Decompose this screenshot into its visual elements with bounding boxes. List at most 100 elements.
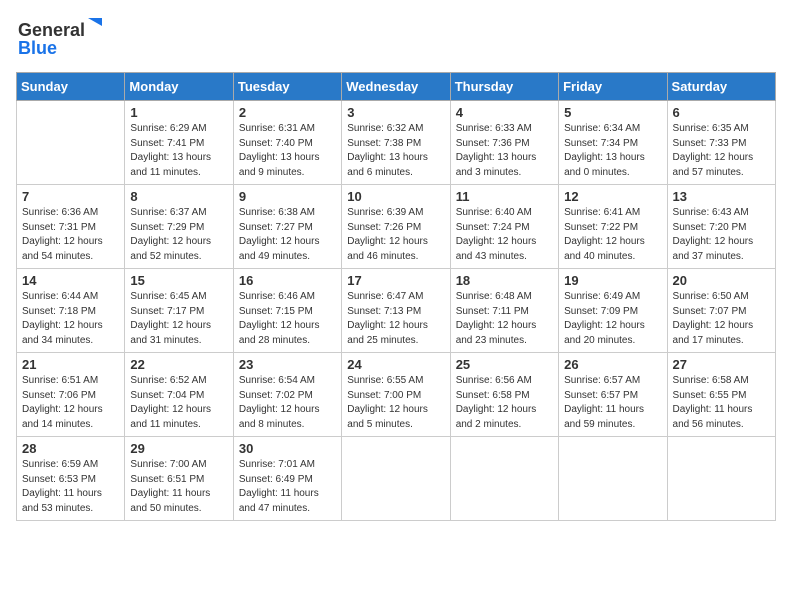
cell-info: Sunrise: 6:37 AMSunset: 7:29 PMDaylight:… bbox=[130, 206, 227, 264]
week-row-1: 1 Sunrise: 6:29 AMSunset: 7:41 PMDayligh… bbox=[17, 101, 776, 185]
cell-info: Sunrise: 6:34 AMSunset: 7:34 PMDaylight:… bbox=[564, 122, 661, 180]
cell-info: Sunrise: 6:58 AMSunset: 6:55 PMDaylight:… bbox=[673, 374, 770, 432]
weekday-header-saturday: Saturday bbox=[667, 73, 775, 101]
calendar-cell: 9 Sunrise: 6:38 AMSunset: 7:27 PMDayligh… bbox=[233, 185, 341, 269]
cell-info: Sunrise: 6:51 AMSunset: 7:06 PMDaylight:… bbox=[22, 374, 119, 432]
day-number: 25 bbox=[456, 357, 553, 372]
calendar-cell: 18 Sunrise: 6:48 AMSunset: 7:11 PMDaylig… bbox=[450, 269, 558, 353]
cell-info: Sunrise: 6:31 AMSunset: 7:40 PMDaylight:… bbox=[239, 122, 336, 180]
cell-info: Sunrise: 6:52 AMSunset: 7:04 PMDaylight:… bbox=[130, 374, 227, 432]
day-number: 28 bbox=[22, 441, 119, 456]
day-number: 22 bbox=[130, 357, 227, 372]
day-number: 11 bbox=[456, 189, 553, 204]
calendar-cell: 4 Sunrise: 6:33 AMSunset: 7:36 PMDayligh… bbox=[450, 101, 558, 185]
calendar-cell: 27 Sunrise: 6:58 AMSunset: 6:55 PMDaylig… bbox=[667, 353, 775, 437]
cell-info: Sunrise: 6:40 AMSunset: 7:24 PMDaylight:… bbox=[456, 206, 553, 264]
day-number: 26 bbox=[564, 357, 661, 372]
calendar-cell: 7 Sunrise: 6:36 AMSunset: 7:31 PMDayligh… bbox=[17, 185, 125, 269]
week-row-4: 21 Sunrise: 6:51 AMSunset: 7:06 PMDaylig… bbox=[17, 353, 776, 437]
day-number: 4 bbox=[456, 105, 553, 120]
weekday-header-tuesday: Tuesday bbox=[233, 73, 341, 101]
cell-info: Sunrise: 6:46 AMSunset: 7:15 PMDaylight:… bbox=[239, 290, 336, 348]
logo-svg: General Blue bbox=[16, 16, 106, 60]
logo: General Blue bbox=[16, 16, 106, 60]
calendar-cell bbox=[559, 437, 667, 521]
day-number: 19 bbox=[564, 273, 661, 288]
cell-info: Sunrise: 6:29 AMSunset: 7:41 PMDaylight:… bbox=[130, 122, 227, 180]
svg-text:Blue: Blue bbox=[18, 38, 57, 58]
calendar-cell: 3 Sunrise: 6:32 AMSunset: 7:38 PMDayligh… bbox=[342, 101, 450, 185]
cell-info: Sunrise: 6:38 AMSunset: 7:27 PMDaylight:… bbox=[239, 206, 336, 264]
calendar-cell: 17 Sunrise: 6:47 AMSunset: 7:13 PMDaylig… bbox=[342, 269, 450, 353]
calendar-cell: 13 Sunrise: 6:43 AMSunset: 7:20 PMDaylig… bbox=[667, 185, 775, 269]
calendar-cell: 29 Sunrise: 7:00 AMSunset: 6:51 PMDaylig… bbox=[125, 437, 233, 521]
day-number: 3 bbox=[347, 105, 444, 120]
day-number: 8 bbox=[130, 189, 227, 204]
day-number: 7 bbox=[22, 189, 119, 204]
day-number: 20 bbox=[673, 273, 770, 288]
day-number: 5 bbox=[564, 105, 661, 120]
calendar-cell: 5 Sunrise: 6:34 AMSunset: 7:34 PMDayligh… bbox=[559, 101, 667, 185]
day-number: 1 bbox=[130, 105, 227, 120]
cell-info: Sunrise: 6:55 AMSunset: 7:00 PMDaylight:… bbox=[347, 374, 444, 432]
day-number: 27 bbox=[673, 357, 770, 372]
day-number: 13 bbox=[673, 189, 770, 204]
cell-info: Sunrise: 6:56 AMSunset: 6:58 PMDaylight:… bbox=[456, 374, 553, 432]
day-number: 30 bbox=[239, 441, 336, 456]
calendar-cell: 19 Sunrise: 6:49 AMSunset: 7:09 PMDaylig… bbox=[559, 269, 667, 353]
cell-info: Sunrise: 6:43 AMSunset: 7:20 PMDaylight:… bbox=[673, 206, 770, 264]
weekday-header-sunday: Sunday bbox=[17, 73, 125, 101]
calendar-cell: 6 Sunrise: 6:35 AMSunset: 7:33 PMDayligh… bbox=[667, 101, 775, 185]
calendar-table: SundayMondayTuesdayWednesdayThursdayFrid… bbox=[16, 72, 776, 521]
cell-info: Sunrise: 7:01 AMSunset: 6:49 PMDaylight:… bbox=[239, 458, 336, 516]
week-row-5: 28 Sunrise: 6:59 AMSunset: 6:53 PMDaylig… bbox=[17, 437, 776, 521]
calendar-cell: 22 Sunrise: 6:52 AMSunset: 7:04 PMDaylig… bbox=[125, 353, 233, 437]
calendar-cell: 15 Sunrise: 6:45 AMSunset: 7:17 PMDaylig… bbox=[125, 269, 233, 353]
calendar-cell: 10 Sunrise: 6:39 AMSunset: 7:26 PMDaylig… bbox=[342, 185, 450, 269]
day-number: 23 bbox=[239, 357, 336, 372]
cell-info: Sunrise: 6:45 AMSunset: 7:17 PMDaylight:… bbox=[130, 290, 227, 348]
cell-info: Sunrise: 6:39 AMSunset: 7:26 PMDaylight:… bbox=[347, 206, 444, 264]
calendar-cell: 21 Sunrise: 6:51 AMSunset: 7:06 PMDaylig… bbox=[17, 353, 125, 437]
cell-info: Sunrise: 6:33 AMSunset: 7:36 PMDaylight:… bbox=[456, 122, 553, 180]
calendar-cell bbox=[667, 437, 775, 521]
day-number: 14 bbox=[22, 273, 119, 288]
calendar-cell: 1 Sunrise: 6:29 AMSunset: 7:41 PMDayligh… bbox=[125, 101, 233, 185]
calendar-cell: 16 Sunrise: 6:46 AMSunset: 7:15 PMDaylig… bbox=[233, 269, 341, 353]
calendar-cell: 2 Sunrise: 6:31 AMSunset: 7:40 PMDayligh… bbox=[233, 101, 341, 185]
calendar-cell bbox=[450, 437, 558, 521]
calendar-cell: 25 Sunrise: 6:56 AMSunset: 6:58 PMDaylig… bbox=[450, 353, 558, 437]
cell-info: Sunrise: 6:47 AMSunset: 7:13 PMDaylight:… bbox=[347, 290, 444, 348]
calendar-cell: 11 Sunrise: 6:40 AMSunset: 7:24 PMDaylig… bbox=[450, 185, 558, 269]
day-number: 9 bbox=[239, 189, 336, 204]
day-number: 29 bbox=[130, 441, 227, 456]
cell-info: Sunrise: 6:50 AMSunset: 7:07 PMDaylight:… bbox=[673, 290, 770, 348]
calendar-cell: 28 Sunrise: 6:59 AMSunset: 6:53 PMDaylig… bbox=[17, 437, 125, 521]
calendar-cell: 20 Sunrise: 6:50 AMSunset: 7:07 PMDaylig… bbox=[667, 269, 775, 353]
weekday-header-wednesday: Wednesday bbox=[342, 73, 450, 101]
cell-info: Sunrise: 6:54 AMSunset: 7:02 PMDaylight:… bbox=[239, 374, 336, 432]
cell-info: Sunrise: 6:59 AMSunset: 6:53 PMDaylight:… bbox=[22, 458, 119, 516]
cell-info: Sunrise: 7:00 AMSunset: 6:51 PMDaylight:… bbox=[130, 458, 227, 516]
day-number: 12 bbox=[564, 189, 661, 204]
calendar-cell: 8 Sunrise: 6:37 AMSunset: 7:29 PMDayligh… bbox=[125, 185, 233, 269]
day-number: 18 bbox=[456, 273, 553, 288]
day-number: 16 bbox=[239, 273, 336, 288]
calendar-cell: 24 Sunrise: 6:55 AMSunset: 7:00 PMDaylig… bbox=[342, 353, 450, 437]
calendar-cell bbox=[342, 437, 450, 521]
weekday-header-thursday: Thursday bbox=[450, 73, 558, 101]
svg-text:General: General bbox=[18, 20, 85, 40]
cell-info: Sunrise: 6:48 AMSunset: 7:11 PMDaylight:… bbox=[456, 290, 553, 348]
calendar-cell bbox=[17, 101, 125, 185]
cell-info: Sunrise: 6:32 AMSunset: 7:38 PMDaylight:… bbox=[347, 122, 444, 180]
week-row-2: 7 Sunrise: 6:36 AMSunset: 7:31 PMDayligh… bbox=[17, 185, 776, 269]
weekday-header-monday: Monday bbox=[125, 73, 233, 101]
calendar-cell: 30 Sunrise: 7:01 AMSunset: 6:49 PMDaylig… bbox=[233, 437, 341, 521]
day-number: 21 bbox=[22, 357, 119, 372]
calendar-cell: 26 Sunrise: 6:57 AMSunset: 6:57 PMDaylig… bbox=[559, 353, 667, 437]
day-number: 2 bbox=[239, 105, 336, 120]
day-number: 10 bbox=[347, 189, 444, 204]
cell-info: Sunrise: 6:49 AMSunset: 7:09 PMDaylight:… bbox=[564, 290, 661, 348]
cell-info: Sunrise: 6:36 AMSunset: 7:31 PMDaylight:… bbox=[22, 206, 119, 264]
week-row-3: 14 Sunrise: 6:44 AMSunset: 7:18 PMDaylig… bbox=[17, 269, 776, 353]
